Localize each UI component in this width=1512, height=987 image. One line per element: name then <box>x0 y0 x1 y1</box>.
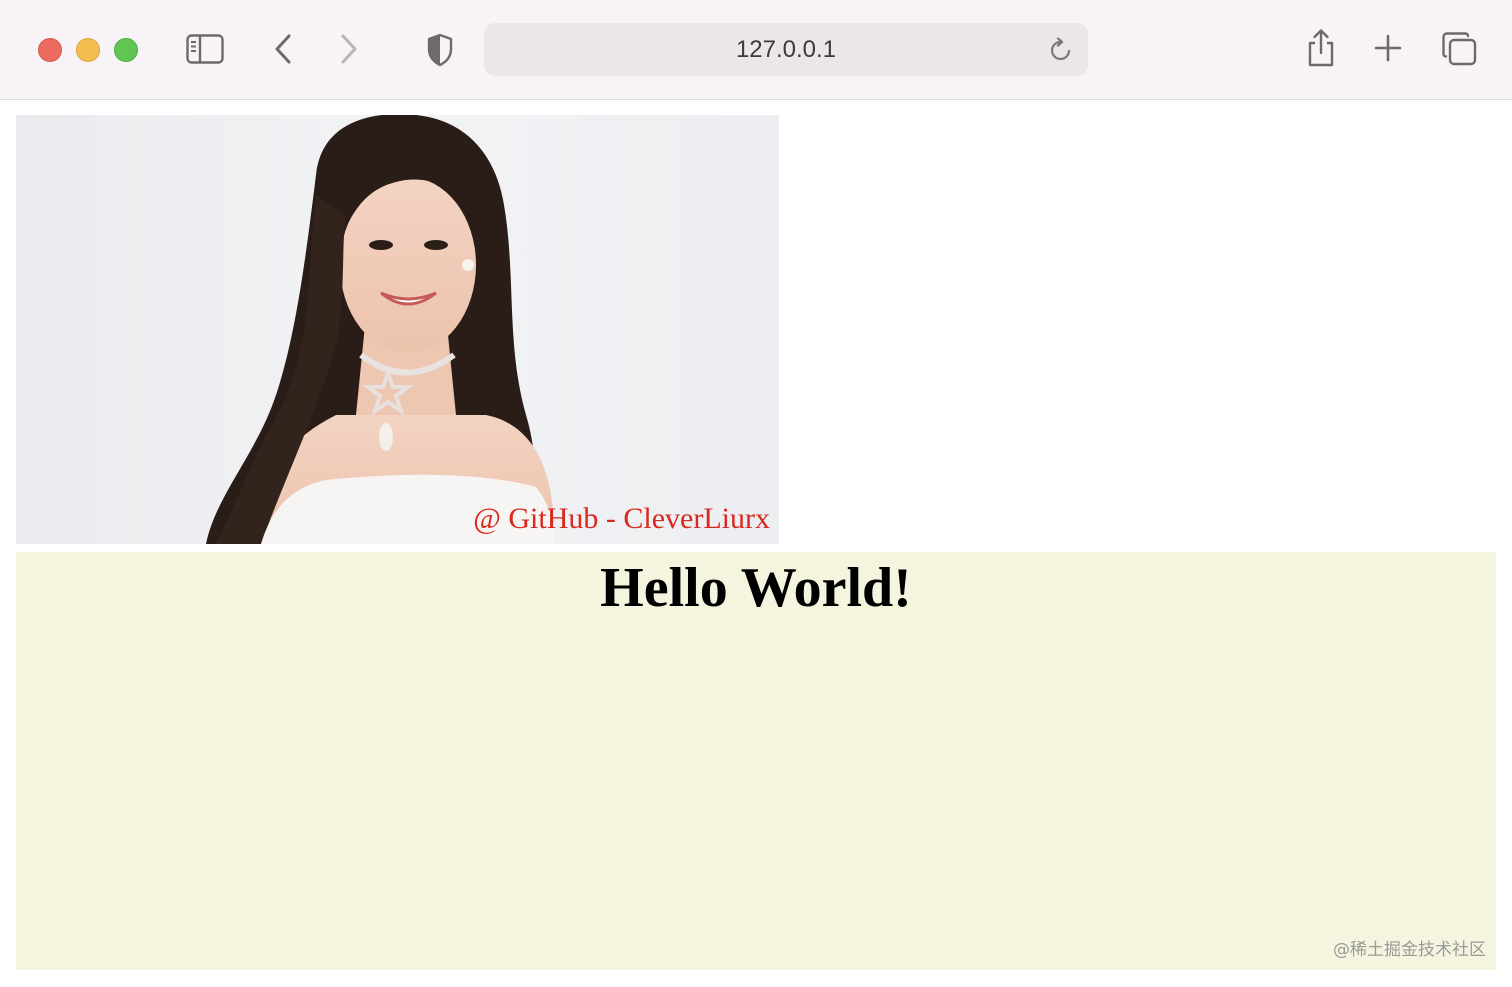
tab-overview-icon <box>1442 32 1477 66</box>
url-text: 127.0.0.1 <box>735 36 837 63</box>
share-button[interactable] <box>1303 27 1339 69</box>
address-bar[interactable]: 127.0.0.1 <box>484 23 1088 76</box>
chevron-right-icon <box>341 34 357 64</box>
site-watermark: @稀土掘金技术社区 <box>1333 940 1486 960</box>
close-window-button[interactable] <box>38 38 62 62</box>
tab-overview-button[interactable] <box>1440 30 1478 68</box>
browser-toolbar: 127.0.0.1 <box>0 0 1512 100</box>
image-caption: @ GitHub - CleverLiurx <box>473 502 770 535</box>
shield-icon <box>427 33 453 67</box>
reload-button[interactable] <box>1048 37 1074 68</box>
sidebar-icon <box>186 34 224 64</box>
back-button[interactable] <box>268 32 298 66</box>
chevron-left-icon <box>275 34 291 64</box>
forward-button[interactable] <box>334 32 364 66</box>
page-heading: Hello World! <box>600 557 912 619</box>
new-tab-button[interactable] <box>1372 32 1404 64</box>
share-icon <box>1308 29 1334 67</box>
minimize-window-button[interactable] <box>76 38 100 62</box>
content-box: Hello World! @稀土掘金技术社区 <box>16 552 1496 970</box>
reload-icon <box>1050 37 1071 61</box>
zoom-window-button[interactable] <box>114 38 138 62</box>
portrait-photo: @ GitHub - CleverLiurx <box>16 115 779 544</box>
sidebar-button[interactable] <box>186 33 224 65</box>
plus-icon <box>1374 34 1402 62</box>
privacy-report-button[interactable] <box>424 32 456 68</box>
portrait-illustration <box>16 115 779 544</box>
